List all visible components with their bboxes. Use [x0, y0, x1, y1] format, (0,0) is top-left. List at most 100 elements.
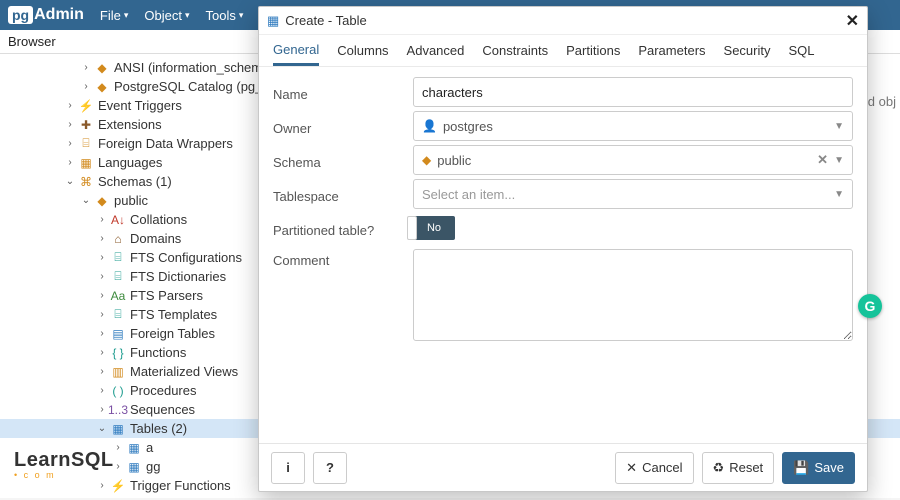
- expand-chevron-icon[interactable]: ›: [64, 119, 76, 130]
- help-button[interactable]: ?: [313, 452, 347, 484]
- node-type-icon: ( ): [110, 383, 126, 399]
- tab-general[interactable]: General: [273, 36, 319, 66]
- reset-button[interactable]: ♻Reset: [702, 452, 775, 484]
- partitioned-toggle[interactable]: No: [413, 216, 455, 240]
- info-button[interactable]: i: [271, 452, 305, 484]
- node-type-icon: Aa: [110, 288, 126, 304]
- expand-chevron-icon[interactable]: ›: [96, 214, 108, 225]
- expand-chevron-icon[interactable]: ›: [96, 252, 108, 263]
- node-type-icon: ⚡: [78, 98, 94, 114]
- dialog-tabs: General Columns Advanced Constraints Partiti…: [259, 35, 867, 67]
- node-label: Foreign Tables: [130, 326, 215, 341]
- node-type-icon: ▥: [110, 364, 126, 380]
- expand-chevron-icon[interactable]: ⌄: [64, 176, 76, 187]
- chevron-down-icon: ▼: [834, 155, 844, 166]
- comment-textarea[interactable]: [413, 249, 853, 341]
- expand-chevron-icon[interactable]: ›: [80, 62, 92, 73]
- node-type-icon: ◆: [94, 193, 110, 209]
- node-type-icon: A↓: [110, 212, 126, 228]
- close-icon[interactable]: ✕: [846, 11, 859, 31]
- expand-chevron-icon[interactable]: ›: [96, 366, 108, 377]
- expand-chevron-icon[interactable]: ⌄: [80, 195, 92, 206]
- logo-prefix-icon: pg: [8, 6, 33, 24]
- owner-select[interactable]: 👤 postgres ▼: [413, 111, 853, 141]
- menu-tools[interactable]: Tools ▾: [205, 8, 243, 23]
- create-table-dialog: ▦ Create - Table ✕ General Columns Advance…: [258, 6, 868, 492]
- node-label: gg: [146, 459, 160, 474]
- node-label: Materialized Views: [130, 364, 238, 379]
- expand-chevron-icon[interactable]: ›: [96, 404, 108, 415]
- node-type-icon: ⌂: [110, 231, 126, 247]
- expand-chevron-icon[interactable]: ›: [96, 233, 108, 244]
- recycle-icon: ♻: [713, 460, 725, 476]
- expand-chevron-icon[interactable]: ›: [112, 442, 124, 453]
- tab-sql[interactable]: SQL: [789, 37, 815, 64]
- node-type-icon: 1..3: [110, 402, 126, 418]
- expand-chevron-icon[interactable]: ›: [96, 309, 108, 320]
- expand-chevron-icon[interactable]: ›: [96, 290, 108, 301]
- node-type-icon: ⌸: [78, 136, 94, 152]
- node-type-icon: { }: [110, 345, 126, 361]
- node-type-icon: ▤: [110, 326, 126, 342]
- grammarly-badge-icon[interactable]: G: [858, 294, 882, 318]
- table-icon: ▦: [267, 13, 279, 29]
- node-label: Extensions: [98, 117, 162, 132]
- tab-advanced[interactable]: Advanced: [407, 37, 465, 64]
- expand-chevron-icon[interactable]: ›: [112, 461, 124, 472]
- node-type-icon: ◆: [94, 60, 110, 76]
- node-label: public: [114, 193, 148, 208]
- expand-chevron-icon[interactable]: ⌄: [96, 423, 108, 434]
- expand-chevron-icon[interactable]: ›: [96, 271, 108, 282]
- expand-chevron-icon[interactable]: ›: [96, 480, 108, 491]
- node-type-icon: ✚: [78, 117, 94, 133]
- user-icon: 👤: [422, 119, 437, 133]
- node-label: Collations: [130, 212, 187, 227]
- comment-label: Comment: [273, 249, 413, 268]
- chevron-down-icon: ▾: [185, 10, 190, 21]
- node-label: Sequences: [130, 402, 195, 417]
- expand-chevron-icon[interactable]: ›: [96, 347, 108, 358]
- schema-icon: ◆: [422, 153, 431, 167]
- expand-chevron-icon[interactable]: ›: [64, 100, 76, 111]
- expand-chevron-icon[interactable]: ›: [80, 81, 92, 92]
- menu-file[interactable]: File ▾: [100, 8, 128, 23]
- menu-object[interactable]: Object ▾: [144, 8, 189, 23]
- chevron-down-icon: ▾: [239, 10, 244, 21]
- chevron-down-icon: ▼: [834, 121, 844, 132]
- tablespace-select[interactable]: Select an item... ▼: [413, 179, 853, 209]
- node-label: FTS Dictionaries: [130, 269, 226, 284]
- expand-chevron-icon[interactable]: ›: [64, 157, 76, 168]
- node-label: Trigger Functions: [130, 478, 231, 493]
- clear-icon[interactable]: ✕: [817, 152, 828, 168]
- tab-partitions[interactable]: Partitions: [566, 37, 620, 64]
- node-type-icon: ▦: [126, 459, 142, 475]
- node-label: Domains: [130, 231, 181, 246]
- dialog-title: Create - Table: [285, 13, 366, 28]
- cancel-button[interactable]: ✕Cancel: [615, 452, 693, 484]
- logo[interactable]: pgAdmin: [8, 6, 84, 24]
- node-label: Procedures: [130, 383, 196, 398]
- tablespace-label: Tablespace: [273, 185, 413, 204]
- question-icon: ?: [326, 460, 334, 475]
- schema-select[interactable]: ◆ public ✕ ▼: [413, 145, 853, 175]
- general-form: Name Owner 👤 postgres ▼ Schema ◆ public …: [259, 67, 867, 443]
- node-label: Functions: [130, 345, 186, 360]
- expand-chevron-icon[interactable]: ›: [64, 138, 76, 149]
- dialog-titlebar[interactable]: ▦ Create - Table ✕: [259, 7, 867, 35]
- node-type-icon: ⌸: [110, 269, 126, 285]
- save-icon: 💾: [793, 460, 809, 476]
- expand-chevron-icon[interactable]: ›: [96, 385, 108, 396]
- node-type-icon: ▦: [110, 421, 126, 437]
- node-type-icon: ⌸: [110, 250, 126, 266]
- save-button[interactable]: 💾Save: [782, 452, 855, 484]
- tab-columns[interactable]: Columns: [337, 37, 388, 64]
- tab-security[interactable]: Security: [724, 37, 771, 64]
- tab-parameters[interactable]: Parameters: [638, 37, 705, 64]
- tab-constraints[interactable]: Constraints: [482, 37, 548, 64]
- node-label: Schemas (1): [98, 174, 172, 189]
- node-label: a: [146, 440, 153, 455]
- expand-chevron-icon[interactable]: ›: [96, 328, 108, 339]
- name-input[interactable]: [413, 77, 853, 107]
- learnsql-watermark: LearnSQL • c o m: [14, 449, 114, 480]
- schema-label: Schema: [273, 151, 413, 170]
